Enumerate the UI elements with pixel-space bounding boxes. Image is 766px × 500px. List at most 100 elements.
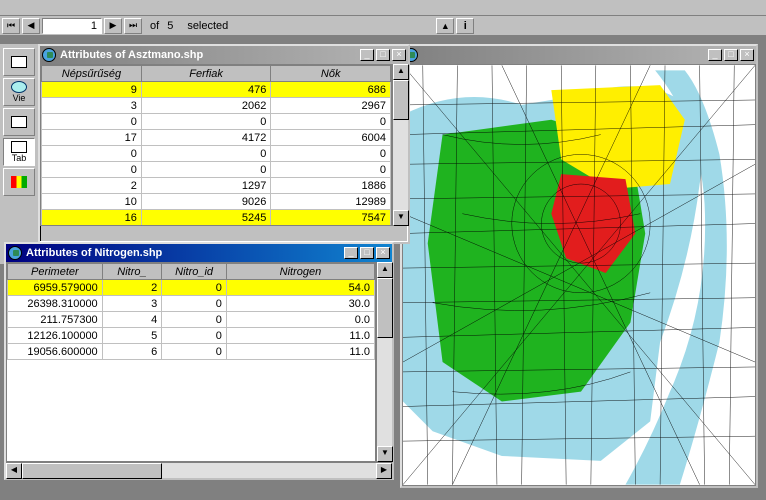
identify-tool-button[interactable]: i	[456, 18, 474, 34]
table-cell[interactable]: 3	[102, 296, 162, 312]
table-cell[interactable]: 11.0	[226, 344, 374, 360]
table-cell[interactable]: 0	[162, 296, 227, 312]
table-cell[interactable]: 0	[162, 312, 227, 328]
table-row[interactable]: 26398.3100003030.0	[8, 296, 375, 312]
sidebar-item-views[interactable]: Vie	[3, 78, 35, 106]
scroll-down-button[interactable]: ▼	[393, 210, 409, 226]
table-cell[interactable]: 2	[42, 178, 142, 194]
column-header[interactable]: Perimeter	[8, 264, 103, 280]
table-cell[interactable]: 2062	[141, 98, 271, 114]
maximize-button[interactable]: □	[724, 49, 738, 61]
table-cell[interactable]: 1297	[141, 178, 271, 194]
table-cell[interactable]: 0	[162, 344, 227, 360]
table-cell[interactable]: 0	[162, 328, 227, 344]
table-cell[interactable]: 0	[141, 162, 271, 178]
minimize-button[interactable]: _	[360, 49, 374, 61]
sidebar-item-doc[interactable]	[3, 48, 35, 76]
table-cell[interactable]: 54.0	[226, 280, 374, 296]
next-record-button[interactable]: ▶	[104, 18, 122, 34]
table-cell[interactable]: 30.0	[226, 296, 374, 312]
close-button[interactable]: ×	[376, 247, 390, 259]
asztmano-attributes-window[interactable]: Attributes of Asztmano.shp _ □ × Népsűrű…	[38, 44, 410, 244]
table-row[interactable]: 10902612989	[42, 194, 391, 210]
table-cell[interactable]: 0	[42, 114, 142, 130]
table-cell[interactable]: 6	[102, 344, 162, 360]
column-header[interactable]: Népsűrűség	[42, 66, 142, 82]
horizontal-scrollbar[interactable]: ◀ ▶	[6, 462, 392, 478]
nitrogen-attributes-window[interactable]: Attributes of Nitrogen.shp _ □ × Perimet…	[4, 242, 394, 480]
map-window-titlebar[interactable]: _ □ ×	[402, 46, 756, 64]
scroll-right-button[interactable]: ▶	[376, 463, 392, 479]
table-cell[interactable]: 211.757300	[8, 312, 103, 328]
table-row[interactable]: 211.757300400.0	[8, 312, 375, 328]
table-cell[interactable]: 2967	[271, 98, 391, 114]
table-cell[interactable]: 11.0	[226, 328, 374, 344]
table-row[interactable]: 1652457547	[42, 210, 391, 226]
record-number-input[interactable]: 1	[42, 18, 102, 34]
column-header[interactable]: Ferfiak	[141, 66, 271, 82]
close-button[interactable]: ×	[740, 49, 754, 61]
minimize-button[interactable]: _	[344, 247, 358, 259]
column-header[interactable]: Nitro_id	[162, 264, 227, 280]
table-cell[interactable]: 16	[42, 210, 142, 226]
map-window[interactable]: _ □ ×	[400, 44, 758, 488]
table-cell[interactable]: 4	[102, 312, 162, 328]
vertical-scrollbar[interactable]: ▲ ▼	[376, 262, 392, 462]
table-cell[interactable]: 0	[271, 146, 391, 162]
table-cell[interactable]: 0	[162, 280, 227, 296]
close-button[interactable]: ×	[392, 49, 406, 61]
table-row[interactable]: 212971886	[42, 178, 391, 194]
table-cell[interactable]: 5245	[141, 210, 271, 226]
table-cell[interactable]: 17	[42, 130, 142, 146]
column-header[interactable]: Nők	[271, 66, 391, 82]
table-cell[interactable]: 476	[141, 82, 271, 98]
minimize-button[interactable]: _	[708, 49, 722, 61]
maximize-button[interactable]: □	[376, 49, 390, 61]
table-cell[interactable]: 0	[141, 114, 271, 130]
table-cell[interactable]: 7547	[271, 210, 391, 226]
scroll-left-button[interactable]: ◀	[6, 463, 22, 479]
table-cell[interactable]: 0	[271, 162, 391, 178]
scroll-up-button[interactable]: ▲	[393, 64, 409, 80]
table-cell[interactable]: 12989	[271, 194, 391, 210]
table-row[interactable]: 1741726004	[42, 130, 391, 146]
table-cell[interactable]: 9	[42, 82, 142, 98]
map-canvas[interactable]	[402, 64, 756, 486]
table-cell[interactable]: 6004	[271, 130, 391, 146]
table-cell[interactable]: 10	[42, 194, 142, 210]
table-cell[interactable]: 686	[271, 82, 391, 98]
sidebar-item-charts[interactable]	[3, 168, 35, 196]
table-row[interactable]: 6959.5790002054.0	[8, 280, 375, 296]
table-row[interactable]: 12126.1000005011.0	[8, 328, 375, 344]
table-cell[interactable]: 0	[141, 146, 271, 162]
table-cell[interactable]: 6959.579000	[8, 280, 103, 296]
table-cell[interactable]: 1886	[271, 178, 391, 194]
table-row[interactable]: 9476686	[42, 82, 391, 98]
table-row[interactable]: 19056.6000006011.0	[8, 344, 375, 360]
first-record-button[interactable]: ⏮	[2, 18, 20, 34]
last-record-button[interactable]: ⏭	[124, 18, 142, 34]
table-row[interactable]: 000	[42, 146, 391, 162]
table-cell[interactable]: 0	[42, 146, 142, 162]
asztmano-table[interactable]: NépsűrűségFerfiakNők 9476686320622967000…	[40, 64, 392, 226]
table-cell[interactable]: 4172	[141, 130, 271, 146]
table-row[interactable]: 320622967	[42, 98, 391, 114]
column-header[interactable]: Nitro_	[102, 264, 162, 280]
vertical-scrollbar[interactable]: ▲ ▼	[392, 64, 408, 226]
asztmano-titlebar[interactable]: Attributes of Asztmano.shp _ □ ×	[40, 46, 408, 64]
scroll-up-button[interactable]: ▲	[377, 262, 393, 278]
sidebar-item-tables[interactable]	[3, 108, 35, 136]
table-cell[interactable]: 3	[42, 98, 142, 114]
table-cell[interactable]: 9026	[141, 194, 271, 210]
column-header[interactable]: Nitrogen	[226, 264, 374, 280]
table-cell[interactable]: 5	[102, 328, 162, 344]
table-row[interactable]: 000	[42, 114, 391, 130]
table-cell[interactable]: 0	[271, 114, 391, 130]
maximize-button[interactable]: □	[360, 247, 374, 259]
table-cell[interactable]: 19056.600000	[8, 344, 103, 360]
table-cell[interactable]: 0.0	[226, 312, 374, 328]
table-row[interactable]: 000	[42, 162, 391, 178]
table-cell[interactable]: 2	[102, 280, 162, 296]
table-cell[interactable]: 12126.100000	[8, 328, 103, 344]
table-cell[interactable]: 26398.310000	[8, 296, 103, 312]
